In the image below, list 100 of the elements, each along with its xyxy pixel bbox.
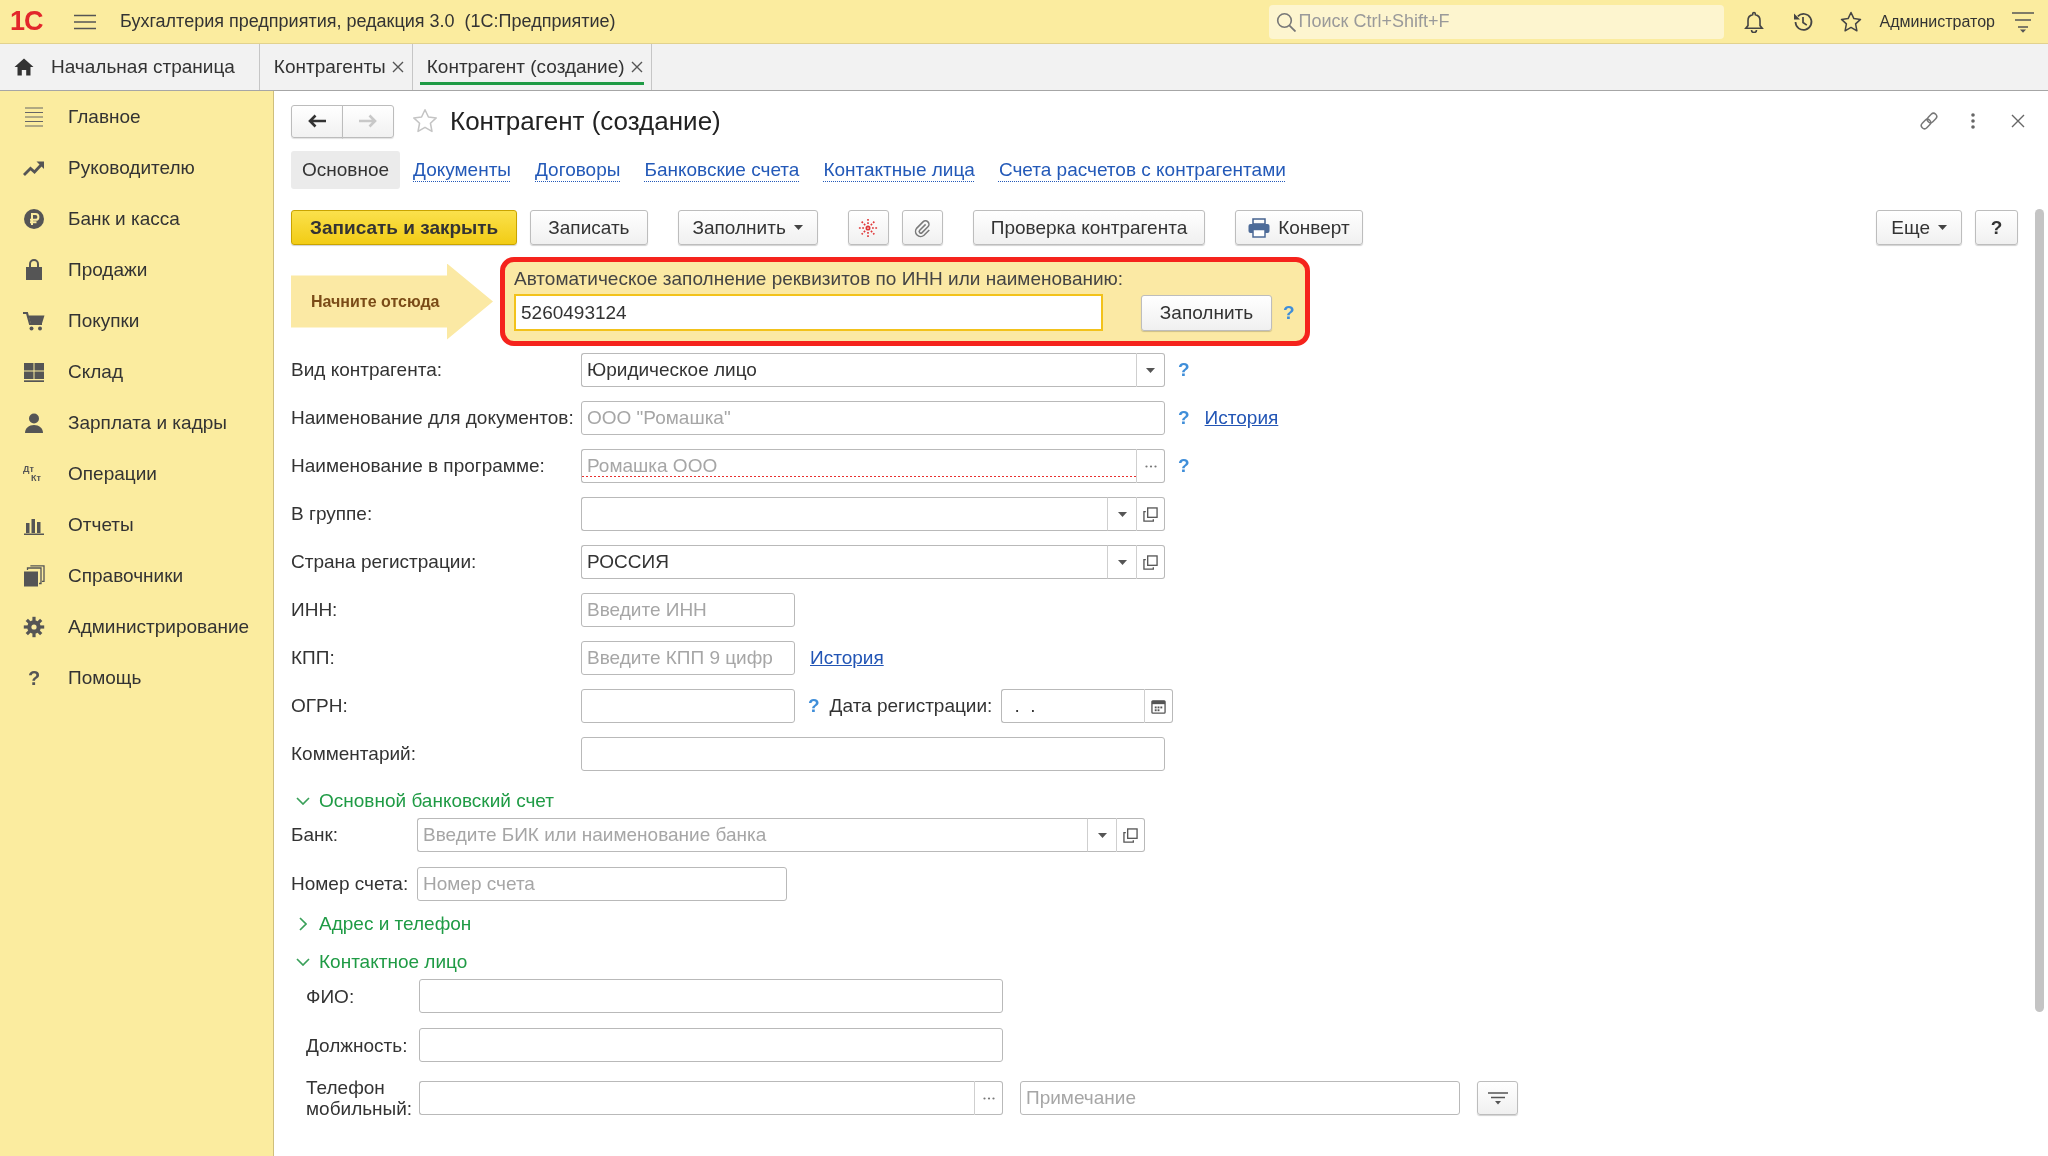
caret-icon [1146,367,1155,373]
sidebar-item[interactable]: Руководителю [0,142,273,193]
search-field[interactable]: Поиск Ctrl+Shift+F [1268,4,1724,39]
close-icon[interactable] [2011,114,2025,128]
dropdown-field[interactable]: РОССИЯ [581,545,1107,579]
open-button[interactable] [1136,497,1165,531]
list-menu-icon [1487,1091,1508,1105]
dropdown-button[interactable]: Еще [1876,210,1962,245]
date-field[interactable]: . . [1001,689,1145,723]
calendar-button[interactable] [1144,689,1174,723]
back-button[interactable] [291,104,343,138]
search-icon [1275,11,1296,32]
history-link[interactable]: История [810,647,884,669]
grid-icon [23,360,45,383]
form-tab[interactable]: Контактные лица [812,151,986,189]
paperclip-icon [912,217,933,238]
bag-icon [23,258,45,281]
choice-field[interactable]: Ромашка ООО [581,449,1136,483]
calendar-icon [1151,698,1167,714]
open-tab[interactable]: Контрагенты [259,44,413,90]
inn-field[interactable]: 5260493124 [514,294,1103,331]
dropdown-field[interactable]: Юридическое лицо [581,353,1136,387]
text-field[interactable] [581,737,1165,771]
sidebar-item[interactable]: Продажи [0,244,273,295]
field-label: Наименование для документов: [291,407,575,429]
form-tab[interactable]: Счета расчетов с контрагентами [987,151,1297,189]
dropdown-field[interactable]: Введите БИК или наименование банка [417,818,1087,852]
icon-button[interactable] [901,210,943,245]
sidebar-item[interactable]: Справочники [0,550,273,601]
text-field[interactable]: Введите КПП 9 цифр [581,641,795,675]
open-icon [1143,506,1158,522]
text-field[interactable] [581,689,795,723]
field-label: Страна регистрации: [291,551,478,573]
choice-field[interactable] [419,1081,974,1115]
open-button[interactable] [1116,818,1145,852]
close-icon[interactable] [391,61,404,73]
dropdown-button[interactable] [1107,545,1136,579]
text-field[interactable]: Введите ИНН [581,593,795,627]
sidebar-item[interactable]: ? Помощь [0,652,273,703]
sidebar-item[interactable]: Администрирование [0,601,273,652]
sidebar-item[interactable]: Главное [0,91,273,142]
sidebar-item[interactable]: Покупки [0,295,273,346]
history-link[interactable]: История [1204,407,1279,429]
dropdown-field[interactable] [581,497,1107,531]
bell-icon[interactable] [1742,10,1765,33]
fill-button[interactable]: Заполнить [1141,294,1272,331]
form-tab[interactable]: Банковские счета [633,151,811,189]
text-field[interactable]: Примечание [1020,1081,1460,1115]
field-label: Должность: [306,1034,409,1056]
choice-button[interactable] [1136,449,1165,483]
icon-button[interactable] [847,210,889,245]
autofill-label: Автоматическое заполнение реквизитов по ИНН или наименованию: [514,268,1125,290]
form-tab[interactable]: Основное [291,151,401,189]
link-icon[interactable] [1919,111,1939,131]
open-button[interactable] [1136,545,1165,579]
toolbar-button[interactable]: Записать [530,210,648,245]
sidebar-item[interactable]: Дт Кт Операции [0,448,273,499]
field-label: Вид контрагента: [291,359,443,381]
print-button[interactable]: Конверт [1235,210,1363,245]
dropdown-button[interactable] [1107,497,1136,531]
primary-button[interactable]: Записать и закрыть [291,210,518,245]
sidebar-item[interactable]: Банк и касса [0,193,273,244]
app-logo: 1С [10,6,44,37]
cart-icon [23,309,45,332]
form-tab[interactable]: Документы [402,151,522,189]
text-field[interactable]: Номер счета [417,867,787,901]
text-field[interactable]: ООО "Ромашка" [581,401,1165,435]
dropdown-button[interactable]: Заполнить [677,210,818,245]
sidebar-item[interactable]: Отчеты [0,499,273,550]
close-icon[interactable] [630,61,643,73]
history-icon[interactable] [1791,10,1814,33]
section-toggle[interactable]: Контактное лицо [291,947,468,977]
choice-button[interactable] [974,1081,1003,1115]
menu-button[interactable] [1477,1081,1518,1115]
field-label: КПП: [291,647,336,669]
sidebar-item[interactable]: Зарплата и кадры [0,397,273,448]
text-field[interactable] [419,1028,1003,1062]
sidebar-item[interactable]: Склад [0,346,273,397]
caret-icon [1938,225,1947,230]
open-tab[interactable]: Начальная страница [0,44,260,90]
dropdown-button[interactable] [1136,353,1165,387]
more-icon[interactable] [1971,113,1975,129]
menu-icon[interactable] [2012,10,2034,33]
coin-icon [23,207,45,230]
open-icon [1123,827,1138,843]
help-button[interactable]: ? [1975,210,2018,245]
star-icon[interactable] [1839,10,1862,33]
text-field[interactable] [419,979,1003,1013]
scrollbar-thumb[interactable] [2035,209,2044,1012]
section-toggle[interactable]: Адрес и телефон [291,909,472,939]
field-label: Дата регистрации: [829,695,993,717]
section-toggle[interactable]: Основной банковский счет [291,786,554,816]
menu-icon[interactable] [74,13,96,30]
field-label: ИНН: [291,599,339,621]
caret-icon [1117,511,1127,517]
dropdown-button[interactable] [1087,818,1116,852]
toolbar-button[interactable]: Проверка контрагента [972,210,1206,245]
form-tab[interactable]: Договоры [524,151,632,189]
form-title: Контрагент (создание) [450,105,721,137]
user-name[interactable]: Администратор [1879,12,1995,31]
